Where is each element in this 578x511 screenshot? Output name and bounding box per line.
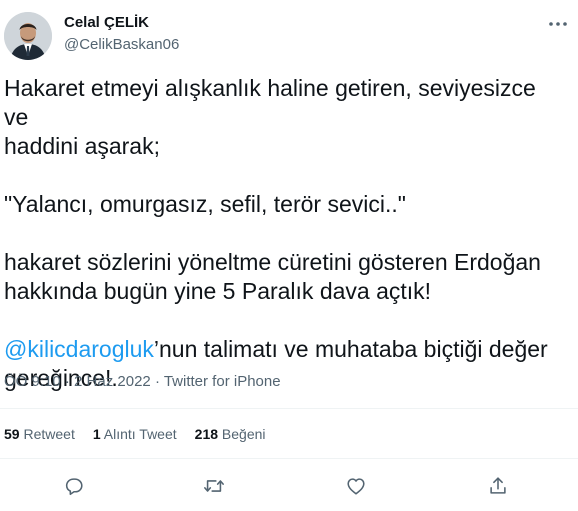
likes-count: 218 bbox=[194, 426, 219, 442]
retweets-label: Retweet bbox=[23, 426, 75, 442]
more-options-button[interactable] bbox=[543, 12, 573, 36]
tweet-source[interactable]: Twitter for iPhone bbox=[164, 373, 281, 390]
quotes-count: 1 bbox=[92, 426, 101, 442]
display-name[interactable]: Celal ÇELİK bbox=[64, 14, 149, 31]
retweet-button[interactable] bbox=[200, 472, 228, 500]
retweets-stat[interactable]: 59 Retweet bbox=[4, 426, 75, 442]
tweet-time[interactable]: ÖÖ 9:10 bbox=[4, 373, 61, 390]
share-icon bbox=[490, 477, 506, 494]
tweet-meta: ÖÖ 9:10 · 2 Haz 2022 · Twitter for iPhon… bbox=[4, 373, 281, 390]
reply-button[interactable] bbox=[60, 472, 88, 500]
like-button[interactable] bbox=[342, 472, 370, 500]
likes-label: Beğeni bbox=[221, 426, 266, 442]
likes-stat[interactable]: 218 Beğeni bbox=[195, 426, 266, 442]
user-handle[interactable]: @CelikBaskan06 bbox=[64, 36, 179, 53]
more-icon bbox=[549, 22, 567, 26]
meta-separator: · bbox=[60, 373, 75, 390]
retweets-count: 59 bbox=[4, 426, 20, 442]
divider bbox=[0, 458, 578, 459]
quote-tweets-stat[interactable]: 1 Alıntı Tweet bbox=[93, 426, 177, 442]
tweet-date[interactable]: 2 Haz 2022 bbox=[74, 373, 151, 390]
like-icon bbox=[347, 478, 365, 495]
tweet-text-body: Hakaret etmeyi alışkanlık haline getiren… bbox=[4, 75, 541, 304]
tweet-actions bbox=[0, 472, 578, 500]
reply-icon bbox=[65, 478, 83, 496]
quotes-label: Alıntı Tweet bbox=[103, 426, 177, 442]
share-button[interactable] bbox=[484, 472, 512, 500]
retweet-icon bbox=[204, 480, 224, 492]
avatar[interactable] bbox=[4, 12, 52, 60]
mention-link[interactable]: @kilicdarogluk bbox=[4, 336, 154, 362]
tweet-stats: 59 Retweet 1 Alıntı Tweet 218 Beğeni bbox=[4, 426, 266, 442]
divider bbox=[0, 408, 578, 409]
meta-separator: · bbox=[150, 373, 164, 390]
tweet-text: Hakaret etmeyi alışkanlık haline getiren… bbox=[4, 74, 564, 393]
avatar-image bbox=[4, 12, 52, 60]
